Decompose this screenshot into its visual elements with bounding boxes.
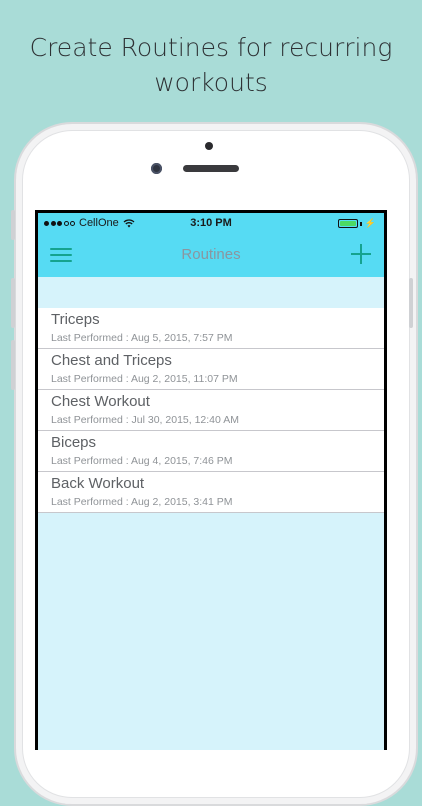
proximity-sensor (205, 142, 213, 150)
front-camera (151, 163, 162, 174)
routine-last-performed: Last Performed : Aug 4, 2015, 7:46 PM (51, 455, 233, 467)
routine-last-performed: Last Performed : Aug 2, 2015, 3:41 PM (51, 496, 233, 508)
list-item[interactable]: Triceps Last Performed : Aug 5, 2015, 7:5… (38, 308, 384, 349)
phone-screen: CellOne 3:10 PM ⚡ Routines TricepsLast (35, 210, 387, 750)
status-bar: CellOne 3:10 PM ⚡ (38, 213, 384, 233)
list-item[interactable]: Chest Workout Last Performed : Jul 30, 20… (38, 390, 384, 431)
add-routine-button[interactable] (348, 241, 374, 267)
promo-line-1: Create Routines for recurring (29, 33, 393, 62)
page-title: Routines (181, 246, 241, 263)
charging-icon: ⚡ (364, 218, 376, 228)
side-button-volume-up (11, 278, 15, 328)
routine-name: Biceps (51, 434, 97, 451)
battery-icon: ⚡ (337, 218, 376, 229)
promo-caption: Create Routines for recurring workouts (0, 30, 422, 100)
routine-name: Back Workout (51, 475, 145, 492)
status-time: 3:10 PM (190, 217, 232, 229)
routine-last-performed: Last Performed : Aug 5, 2015, 7:57 PM (51, 332, 233, 344)
list-item[interactable]: Back Workout Last Performed : Aug 2, 2015… (38, 472, 384, 513)
routine-list: Triceps Last Performed : Aug 5, 2015, 7:5… (38, 308, 384, 513)
side-button-power (409, 278, 413, 328)
list-item[interactable]: Chest and Triceps Last Performed : Aug 2,… (38, 349, 384, 390)
routine-last-performed: Last Performed : Aug 2, 2015, 11:07 PM (51, 373, 238, 385)
routine-name: Triceps (51, 311, 100, 328)
promo-line-2: workouts (154, 68, 268, 97)
app-screen: CellOne 3:10 PM ⚡ Routines TricepsLast (38, 213, 384, 750)
side-button-volume-down (11, 340, 15, 390)
routine-name: Chest Workout (51, 393, 150, 410)
navigation-bar: Routines (38, 233, 384, 277)
list-item[interactable]: Biceps Last Performed : Aug 4, 2015, 7:46… (38, 431, 384, 472)
earpiece-speaker (183, 165, 239, 172)
routine-last-performed: Last Performed : Jul 30, 2015, 12:40 AM (51, 414, 239, 426)
side-button-mute (11, 210, 15, 240)
routine-name: Chest and Triceps (51, 352, 172, 369)
